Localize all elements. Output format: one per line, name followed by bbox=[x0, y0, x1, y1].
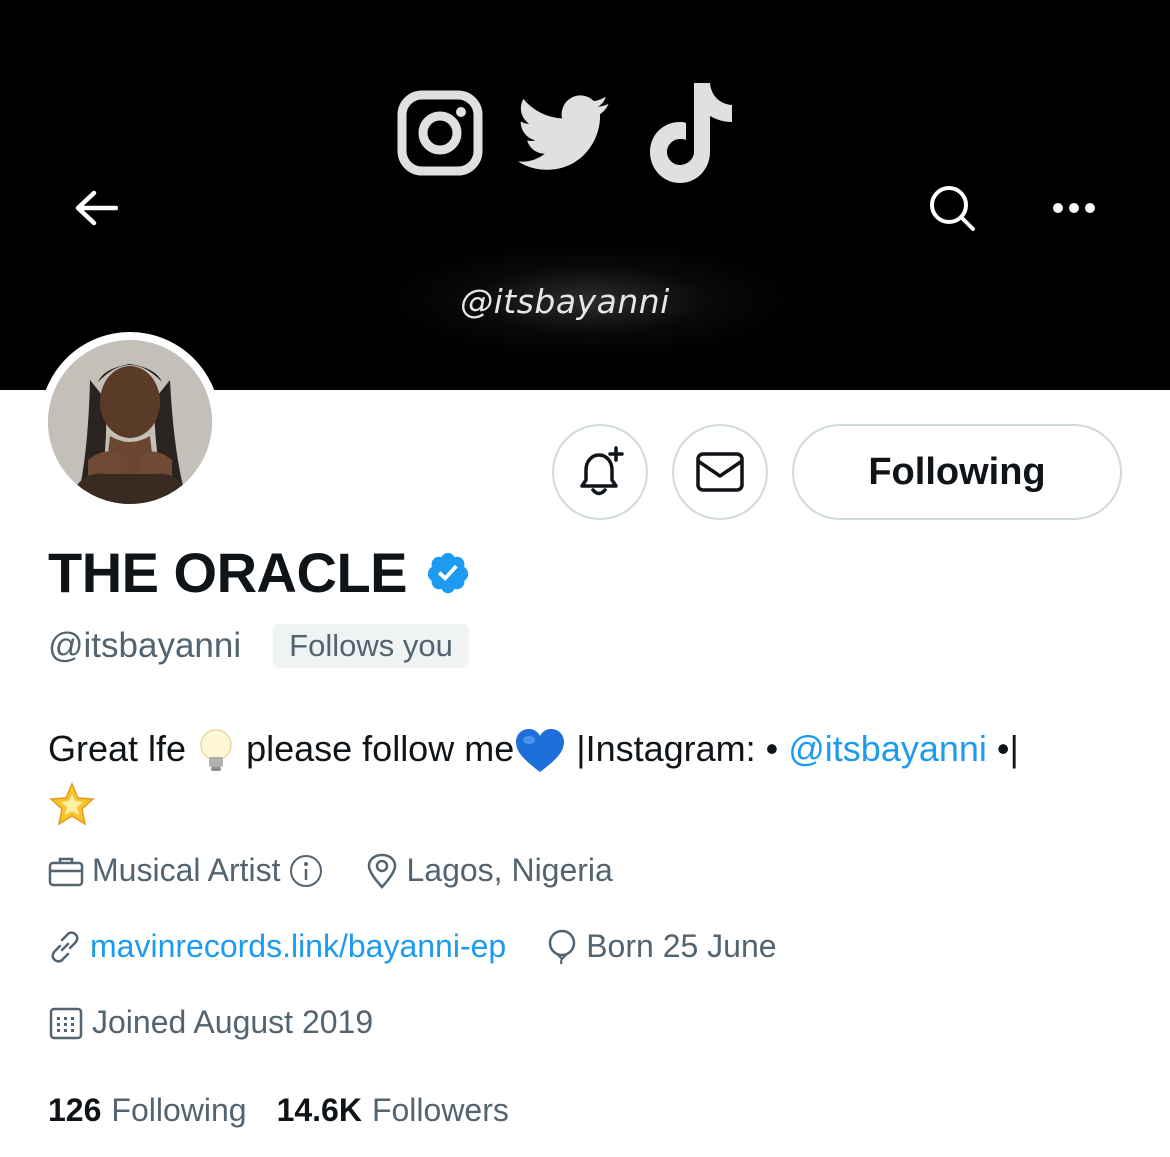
banner-social-icons bbox=[396, 78, 736, 188]
balloon-icon bbox=[548, 929, 576, 965]
profile-bio: Great lfe please follow me |Instagram: •… bbox=[48, 722, 1128, 830]
avatar-image bbox=[48, 340, 212, 504]
birthday-item: Born 25 June bbox=[546, 928, 777, 965]
profile-banner[interactable]: @itsbayanni bbox=[0, 0, 1170, 390]
joined-item: Joined August 2019 bbox=[48, 1004, 373, 1041]
follows-you-badge: Follows you bbox=[273, 624, 469, 668]
display-name-row: THE ORACLE bbox=[48, 540, 471, 605]
twitter-icon bbox=[518, 95, 609, 170]
bio-instagram-link[interactable]: @itsbayanni bbox=[788, 728, 987, 769]
blue-heart-emoji bbox=[516, 729, 565, 773]
link-icon bbox=[51, 930, 79, 963]
arrow-left-icon bbox=[75, 190, 118, 226]
joined-text: Joined August 2019 bbox=[92, 1004, 374, 1040]
following-stat[interactable]: 126 Following bbox=[48, 1092, 247, 1129]
website-link[interactable]: mavinrecords.link/bayanni-ep bbox=[90, 928, 506, 965]
following-count: 126 bbox=[48, 1092, 102, 1128]
back-button[interactable] bbox=[64, 176, 128, 240]
location-pin-icon bbox=[368, 853, 397, 889]
banner-handle-text: @itsbayanni bbox=[460, 282, 670, 321]
calendar-icon bbox=[49, 1007, 83, 1039]
following-label: Following bbox=[111, 1092, 247, 1128]
location-item: Lagos, Nigeria bbox=[366, 852, 613, 889]
bell-plus-icon bbox=[580, 446, 624, 496]
search-icon bbox=[930, 186, 975, 231]
followers-label: Followers bbox=[371, 1092, 509, 1128]
website-item[interactable]: mavinrecords.link/bayanni-ep bbox=[48, 928, 506, 965]
profile-meta-row-3: Joined August 2019 bbox=[48, 1004, 373, 1041]
following-button[interactable]: Following bbox=[792, 424, 1122, 520]
profile-meta-row-2: mavinrecords.link/bayanni-ep Born 25 Jun… bbox=[48, 928, 777, 965]
profile-avatar[interactable] bbox=[40, 332, 220, 512]
notifications-button[interactable] bbox=[552, 424, 648, 520]
briefcase-icon bbox=[48, 857, 84, 886]
category-text: Musical Artist bbox=[92, 852, 281, 888]
display-name: THE ORACLE bbox=[48, 541, 408, 604]
category-item: Musical Artist bbox=[48, 852, 324, 889]
profile-stats: 126 Following 14.6K Followers bbox=[48, 1092, 539, 1129]
followers-count: 14.6K bbox=[276, 1092, 362, 1128]
glowing-star-emoji bbox=[49, 782, 95, 827]
location-text: Lagos, Nigeria bbox=[406, 852, 613, 888]
more-options-button[interactable] bbox=[1042, 176, 1106, 240]
search-button[interactable] bbox=[920, 176, 984, 240]
tiktok-icon bbox=[650, 83, 732, 183]
info-icon[interactable] bbox=[288, 853, 324, 889]
mail-icon bbox=[696, 452, 744, 492]
handle-row: @itsbayanni Follows you bbox=[48, 624, 469, 668]
bio-text-2: please follow me bbox=[236, 728, 515, 769]
bio-text-4: •| bbox=[986, 728, 1019, 769]
more-horizontal-icon bbox=[1053, 203, 1095, 213]
bio-text-3: |Instagram: • bbox=[566, 728, 789, 769]
profile-page: @itsbayanni Following THE ORACLE @itsbay… bbox=[0, 0, 1170, 1157]
profile-meta-row-1: Musical Artist Lagos, Nigeria bbox=[48, 852, 613, 889]
birthday-text: Born 25 June bbox=[586, 928, 777, 964]
message-button[interactable] bbox=[672, 424, 768, 520]
instagram-icon bbox=[397, 90, 483, 176]
verified-badge-icon[interactable] bbox=[425, 550, 471, 596]
bio-text-1: Great lfe bbox=[48, 728, 187, 769]
profile-handle: @itsbayanni bbox=[48, 626, 242, 665]
followers-stat[interactable]: 14.6K Followers bbox=[277, 1092, 509, 1129]
lightbulb-emoji bbox=[200, 729, 232, 772]
